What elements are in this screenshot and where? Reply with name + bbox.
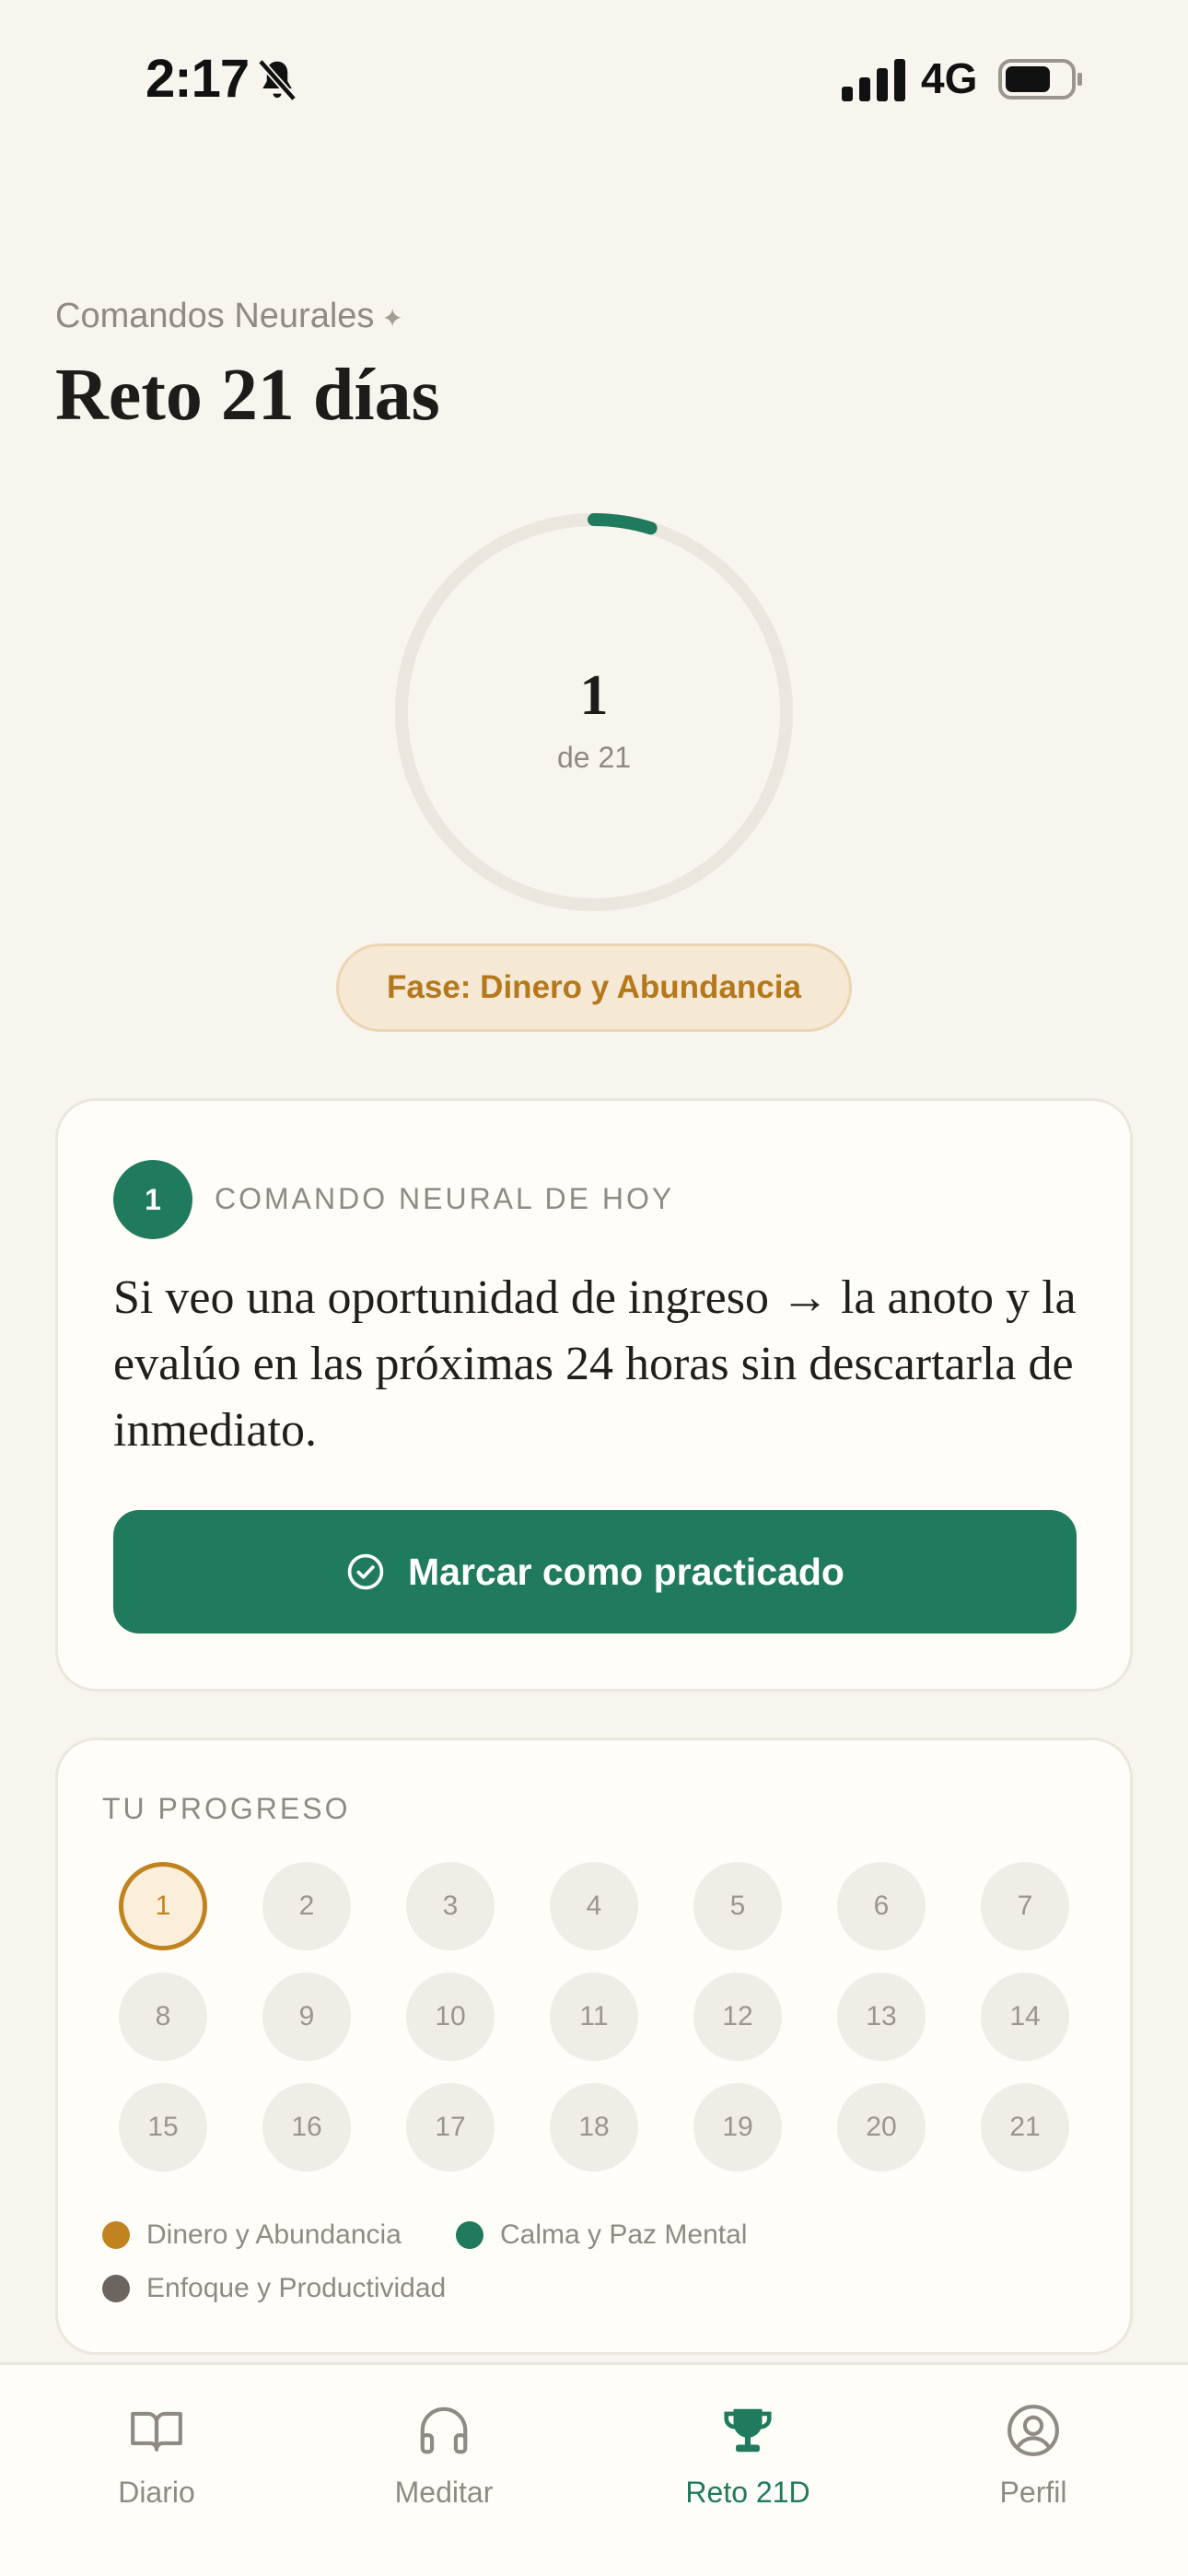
day-cell[interactable]: 11 xyxy=(550,1973,638,2061)
user-circle-icon xyxy=(1007,2405,1059,2456)
bell-muted-icon xyxy=(257,59,297,101)
headphones-icon xyxy=(420,2406,468,2454)
day-cell[interactable]: 1 xyxy=(119,1862,207,1950)
network-type: 4G xyxy=(921,54,978,102)
day-cell[interactable]: 12 xyxy=(693,1973,782,2061)
legend-item: Dinero y Abundancia xyxy=(102,2219,402,2251)
day-cell[interactable]: 13 xyxy=(837,1973,926,2061)
phase-badge: Fase: Dinero y Abundancia xyxy=(336,943,852,1032)
legend-label: Dinero y Abundancia xyxy=(146,2219,402,2250)
neural-command-text: Si veo una oportunidad de ingreso → la a… xyxy=(113,1271,1077,1457)
tab-diario[interactable]: Diario xyxy=(46,2402,267,2510)
day-cell[interactable]: 5 xyxy=(693,1862,782,1950)
day-cell[interactable]: 17 xyxy=(406,2083,495,2172)
tab-label: Perfil xyxy=(999,2476,1067,2509)
status-time: 2:17 xyxy=(146,49,250,109)
today-label: COMANDO NEURAL DE HOY xyxy=(215,1182,675,1215)
tab-bar: Diario Meditar Reto 21D Perfil xyxy=(0,2362,1188,2576)
day-cell[interactable]: 6 xyxy=(837,1862,926,1950)
tab-perfil[interactable]: Perfil xyxy=(923,2402,1144,2510)
tab-reto-21d[interactable]: Reto 21D xyxy=(637,2402,858,2510)
mark-practiced-button[interactable]: Marcar como practicado xyxy=(113,1510,1077,1633)
day-cell[interactable]: 20 xyxy=(837,2083,926,2172)
day-cell[interactable]: 3 xyxy=(406,1862,495,1950)
book-icon xyxy=(131,2411,182,2452)
status-bar: 2:17 4G xyxy=(0,0,1188,157)
day-cell[interactable]: 16 xyxy=(262,2083,351,2172)
day-cell[interactable]: 15 xyxy=(119,2083,207,2172)
legend-dot xyxy=(102,2221,130,2249)
legend-dot xyxy=(102,2275,130,2302)
check-circle-icon xyxy=(347,1553,384,1590)
legend-label: Enfoque y Productividad xyxy=(146,2273,447,2303)
legend-label: Calma y Paz Mental xyxy=(500,2219,748,2250)
legend-item: Enfoque y Productividad xyxy=(102,2273,446,2304)
tab-label: Diario xyxy=(118,2476,195,2509)
day-cell[interactable]: 18 xyxy=(550,2083,638,2172)
current-day-number: 1 xyxy=(579,664,609,727)
day-badge: 1 xyxy=(113,1160,192,1239)
day-cell[interactable]: 14 xyxy=(981,1973,1069,2061)
day-cell[interactable]: 7 xyxy=(981,1862,1069,1950)
total-days-label: de 21 xyxy=(556,741,632,774)
day-cell[interactable]: 21 xyxy=(981,2083,1069,2172)
day-cell[interactable]: 2 xyxy=(262,1862,351,1950)
day-cell[interactable]: 4 xyxy=(550,1862,638,1950)
day-cell[interactable]: 8 xyxy=(119,1973,207,2061)
day-cell[interactable]: 9 xyxy=(262,1973,351,2061)
app-eyebrow: Comandos Neurales ✦ xyxy=(55,297,403,335)
progress-card: TU PROGRESO 1 2 3 4 5 6 7 8 9 10 11 12 13 14 15 16 17 18 1… xyxy=(55,1738,1133,2355)
tab-label: Reto 21D xyxy=(685,2476,810,2509)
battery-icon xyxy=(998,59,1082,100)
cellular-signal-icon xyxy=(842,59,905,101)
legend-item: Calma y Paz Mental xyxy=(456,2219,747,2251)
sparkle-icon: ✦ xyxy=(381,304,403,333)
page-title: Reto 21 días xyxy=(55,355,440,436)
tab-meditar[interactable]: Meditar xyxy=(333,2402,554,2510)
tab-label: Meditar xyxy=(394,2476,494,2509)
day-cell[interactable]: 10 xyxy=(406,1973,495,2061)
mark-practiced-label: Marcar como practicado xyxy=(408,1550,844,1593)
progress-label: TU PROGRESO xyxy=(102,1792,351,1825)
legend-dot xyxy=(456,2221,483,2249)
day-cell[interactable]: 19 xyxy=(693,2083,782,2172)
today-command-card: 1 COMANDO NEURAL DE HOY Si veo una oport… xyxy=(55,1098,1133,1692)
trophy-icon xyxy=(724,2408,772,2453)
